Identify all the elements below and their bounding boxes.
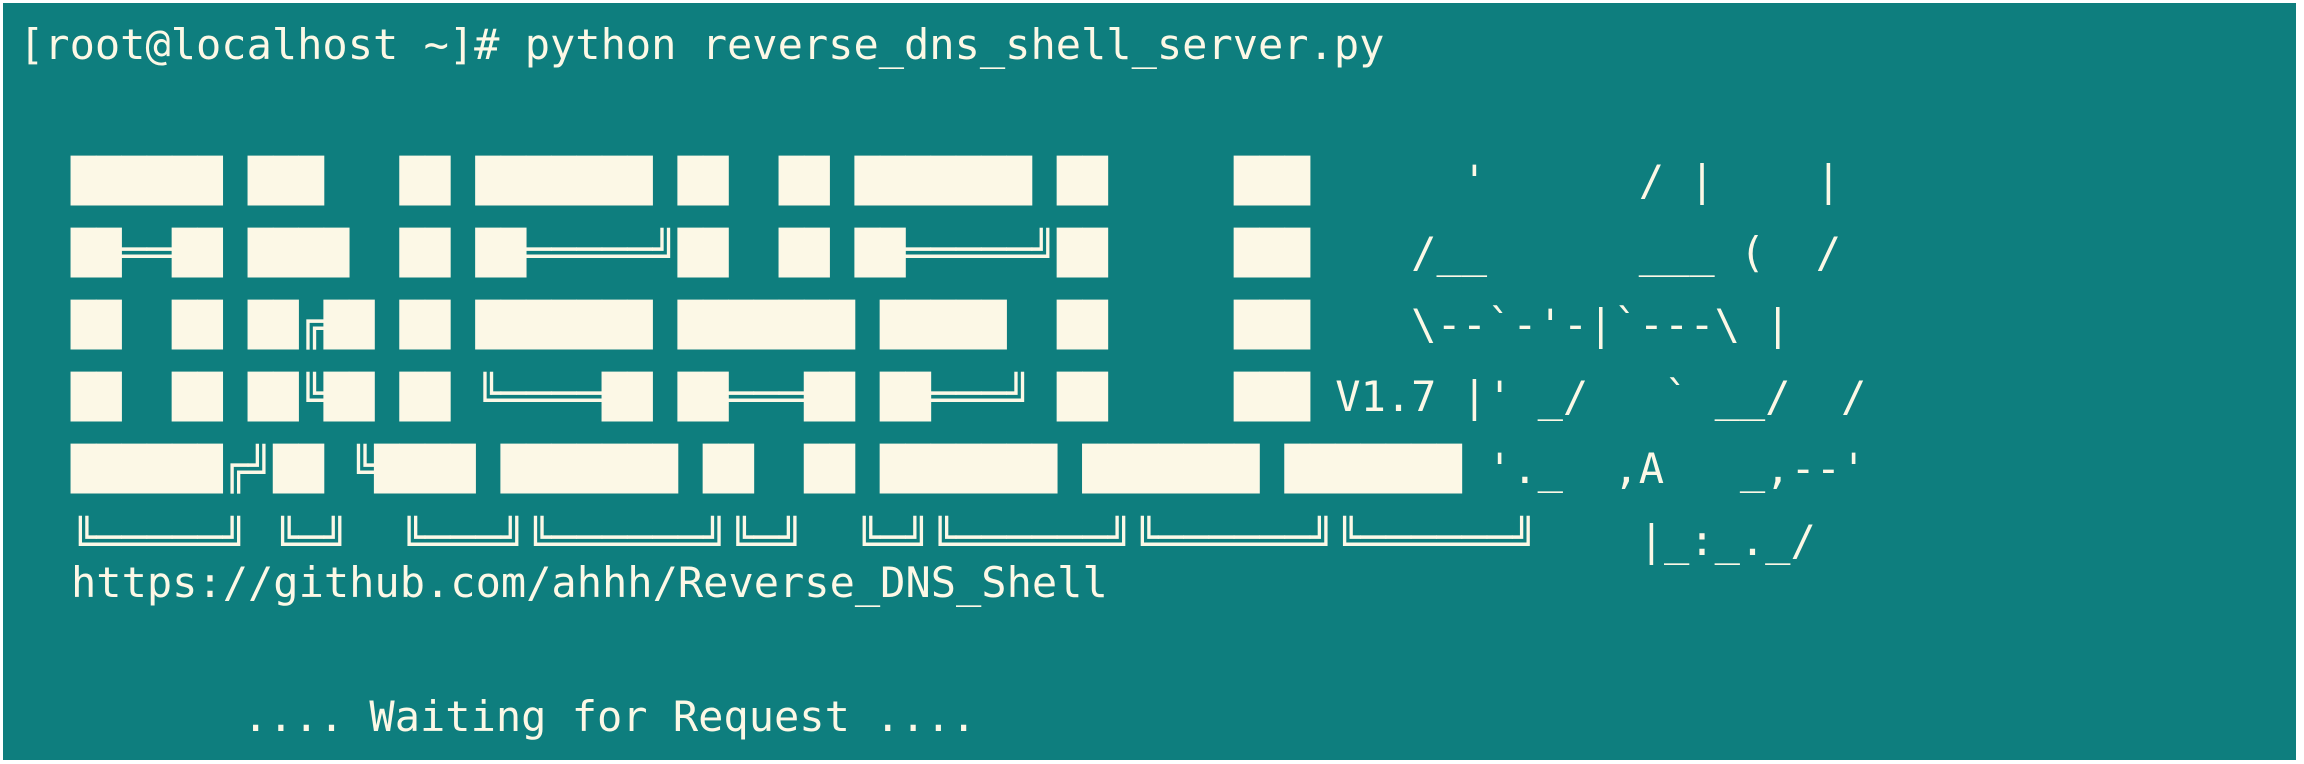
terminal-window[interactable]: [root@localhost ~]# python reverse_dns_s… — [0, 0, 2296, 760]
ascii-banner: ██████ ███ ██ ███████ ██ ██ ███████ ██ █… — [71, 156, 1867, 565]
command-prompt-line: [root@localhost ~]# python reverse_dns_s… — [19, 20, 1385, 69]
project-url: https://github.com/ahhh/Reverse_DNS_Shel… — [71, 558, 1108, 607]
waiting-status: .... Waiting for Request .... — [243, 692, 977, 741]
